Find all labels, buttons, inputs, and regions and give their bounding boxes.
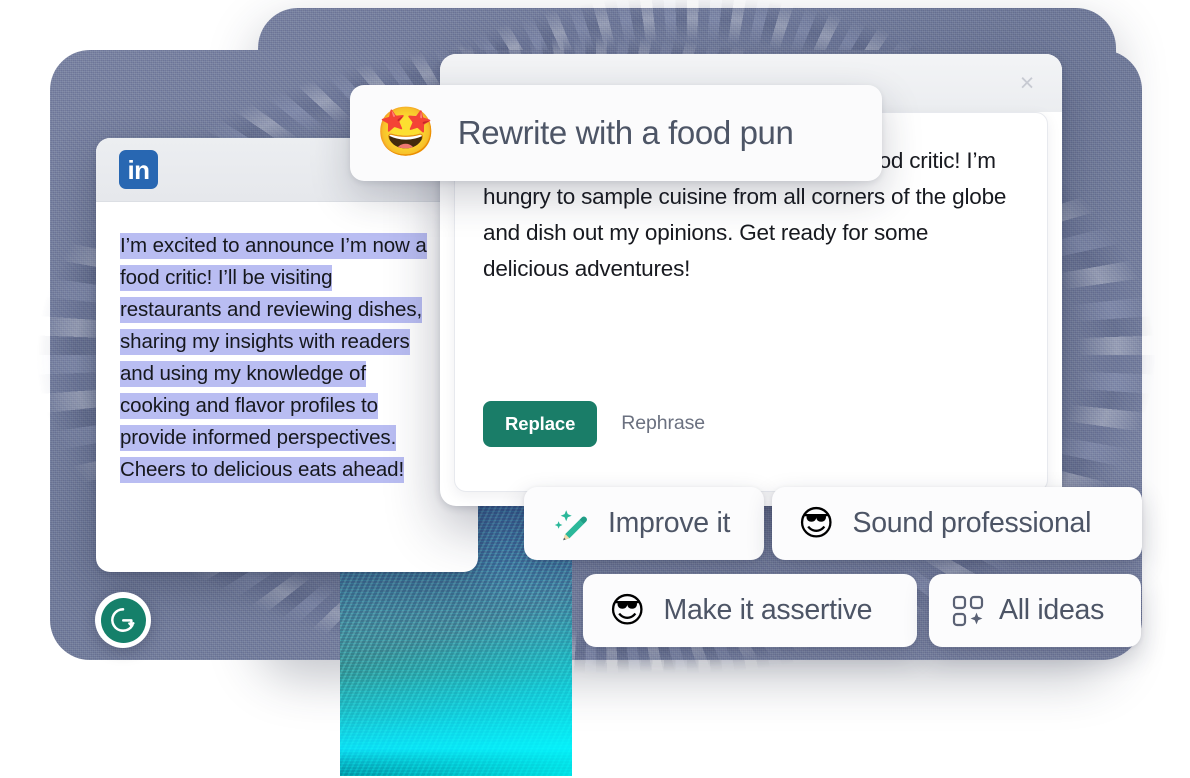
sunglasses-emoji: 😎 bbox=[609, 591, 646, 630]
suggestion-chip-improve-it[interactable]: Improve it bbox=[524, 487, 764, 560]
sparkle-pencil-icon bbox=[550, 504, 590, 544]
suggestion-chip-label: All ideas bbox=[999, 594, 1105, 626]
rewrite-prompt-label: Rewrite with a food pun bbox=[457, 114, 794, 151]
close-icon[interactable]: × bbox=[1010, 66, 1044, 100]
suggestion-chip-label: Sound professional bbox=[852, 507, 1092, 539]
replace-button[interactable]: Replace bbox=[483, 400, 598, 447]
suggestion-chip-label: Improve it bbox=[608, 507, 731, 539]
cyan-wash-overlay bbox=[340, 583, 572, 776]
screenshot-stage: in I’m excited to announce I’m now a foo… bbox=[0, 0, 1190, 778]
linkedin-post-highlighted-text: I’m excited to announce I’m now a food c… bbox=[120, 233, 427, 483]
rewrite-prompt-pill[interactable]: 🤩 Rewrite with a food pun bbox=[350, 85, 882, 181]
linkedin-window: in I’m excited to announce I’m now a foo… bbox=[96, 138, 478, 572]
grammarly-badge[interactable] bbox=[95, 592, 151, 648]
linkedin-logo-icon: in bbox=[119, 150, 158, 189]
grid-sparkle-icon bbox=[951, 594, 985, 628]
assistant-action-row: Replace Rephrase bbox=[483, 400, 715, 447]
suggestion-chip-label: Make it assertive bbox=[663, 594, 873, 626]
suggestion-chip-all-ideas[interactable]: All ideas bbox=[929, 574, 1141, 647]
rephrase-button[interactable]: Rephrase bbox=[611, 400, 715, 447]
suggestion-chip-sound-professional[interactable]: 😎 Sound professional bbox=[772, 487, 1142, 560]
linkedin-post-body: I’m excited to announce I’m now a food c… bbox=[96, 202, 478, 486]
linkedin-post-text[interactable]: I’m excited to announce I’m now a food c… bbox=[120, 230, 438, 486]
sunglasses-emoji: 😎 bbox=[798, 504, 835, 543]
suggestion-chip-make-it-assertive[interactable]: 😎 Make it assertive bbox=[583, 574, 917, 647]
grammarly-logo-icon bbox=[100, 597, 146, 643]
star-struck-emoji: 🤩 bbox=[376, 106, 436, 159]
